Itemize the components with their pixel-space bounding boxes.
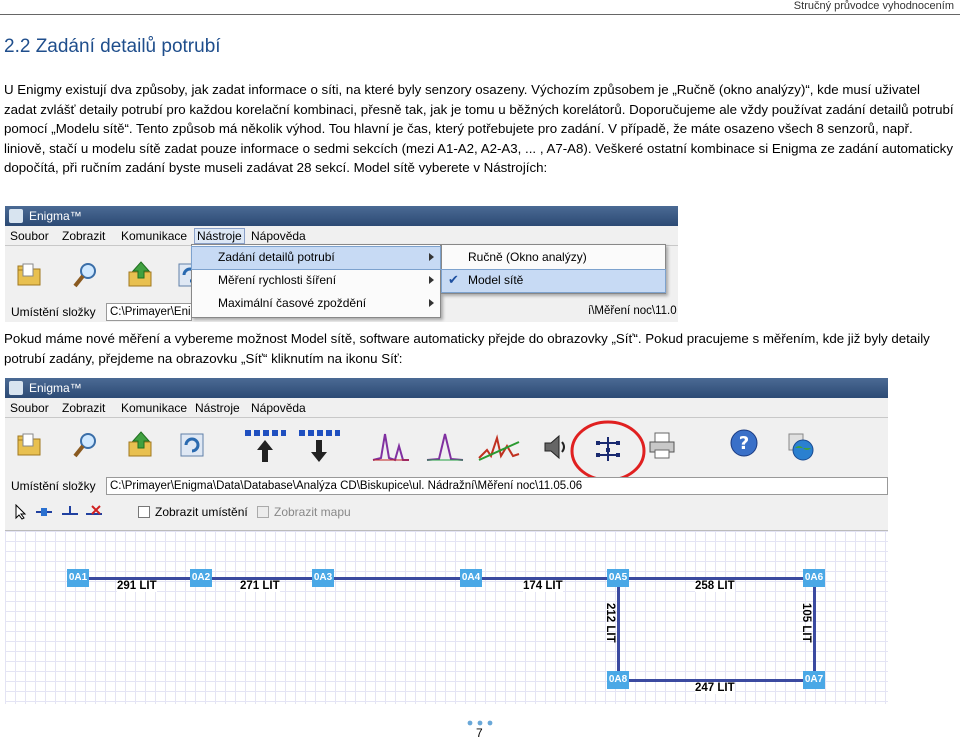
open-folder-icon[interactable] — [15, 260, 45, 290]
running-header: Stručný průvodce vyhodnocením — [793, 0, 954, 12]
pipe-length-label: 174 LIT — [523, 580, 563, 592]
menu-komunikace[interactable]: Komunikace — [121, 401, 187, 415]
submenu-item-network-model-label: Model sítě — [468, 273, 524, 287]
folder-path-field[interactable]: C:\Primayer\Enigma\Data\Database\Analýza… — [106, 477, 888, 495]
header-rule — [0, 14, 960, 15]
svg-text:?: ? — [739, 433, 749, 454]
network-canvas[interactable]: 0A1 0A2 0A3 0A4 0A5 0A6 0A8 0A7 291 LIT … — [5, 530, 888, 704]
screenshot-network-screen: Enigma™ Soubor Zobrazit Komunikace Nástr… — [5, 378, 888, 704]
paragraph-network: Pokud máme nové měření a vybereme možnos… — [4, 331, 930, 366]
folder-path-field[interactable]: C:\Primayer\Enig — [106, 303, 192, 321]
add-node-tool-icon[interactable] — [35, 504, 53, 520]
pipe-length-label: 258 LIT — [695, 580, 735, 592]
app-icon — [9, 381, 23, 395]
pipe-length-label: 247 LIT — [695, 682, 735, 694]
window-title: Enigma™ — [29, 381, 82, 395]
sensor-node[interactable]: 0A3 — [312, 569, 334, 587]
screenshot-tools-menu: Enigma™ Soubor Zobrazit Komunikace Nástr… — [5, 206, 678, 322]
menu-nastroje[interactable]: Nástroje — [194, 228, 245, 244]
menu-napoveda[interactable]: Nápověda — [251, 229, 306, 243]
folder-path-label: Umístění složky — [11, 479, 96, 493]
menubar: Soubor Zobrazit Komunikace Nástroje Nápo… — [5, 398, 888, 418]
delete-tool-icon[interactable] — [85, 504, 103, 520]
menu-napoveda[interactable]: Nápověda — [251, 401, 306, 415]
pipe-left-vertical — [617, 577, 620, 681]
correlation-icon[interactable] — [477, 428, 521, 464]
network-icon[interactable] — [593, 434, 623, 464]
show-location-label: Zobrazit umístění — [155, 505, 248, 519]
submenu-item-manual-label: Ručně (Okno analýzy) — [468, 250, 587, 264]
sensor-node[interactable]: 0A5 — [607, 569, 629, 587]
menu-soubor[interactable]: Soubor — [10, 401, 49, 415]
submenu-arrow-icon — [429, 299, 434, 307]
folder-path-tail: í\Měření noc\11.05.06 — [585, 303, 677, 321]
web-globe-icon[interactable] — [785, 432, 815, 462]
window-titlebar: Enigma™ — [5, 378, 888, 398]
sensor-node[interactable]: 0A7 — [803, 671, 825, 689]
paragraph-intro: U Enigmy existují dva způsoby, jak zadat… — [4, 82, 954, 176]
search-icon[interactable] — [71, 260, 101, 290]
menubar: Soubor Zobrazit Komunikace Nástroje Nápo… — [5, 226, 678, 246]
page-number: 7 — [476, 726, 483, 740]
submenu-item-manual[interactable]: Ručně (Okno analýzy) — [442, 247, 665, 269]
menu-item-velocity-label: Měření rychlosti šíření — [218, 273, 337, 287]
menu-zobrazit[interactable]: Zobrazit — [62, 401, 105, 415]
open-folder-icon[interactable] — [15, 430, 45, 460]
upload-folder-icon[interactable] — [126, 430, 156, 460]
window-title: Enigma™ — [29, 209, 82, 223]
show-map-label: Zobrazit mapu — [274, 505, 351, 519]
download-sensors-icon[interactable] — [297, 426, 341, 466]
pipe-length-label: 105 LIT — [800, 603, 812, 643]
sensor-node[interactable]: 0A6 — [803, 569, 825, 587]
toolbar: ? — [5, 420, 888, 482]
menu-item-pipe-details[interactable]: Zadání detailů potrubí — [191, 246, 441, 270]
submenu-item-network-model[interactable]: ✔ Model sítě — [441, 269, 666, 293]
help-icon[interactable]: ? — [729, 428, 759, 458]
menu-item-velocity[interactable]: Měření rychlosti šíření — [192, 270, 440, 292]
pipe-length-label: 212 LIT — [604, 603, 616, 643]
menu-zobrazit[interactable]: Zobrazit — [62, 229, 105, 243]
folder-path-label: Umístění složky — [11, 305, 96, 319]
submenu-arrow-icon — [429, 253, 434, 261]
submenu-arrow-icon — [429, 276, 434, 284]
menu-soubor[interactable]: Soubor — [10, 229, 49, 243]
tools-dropdown: Zadání detailů potrubí Měření rychlosti … — [191, 244, 441, 318]
menu-item-max-delay[interactable]: Maximální časové zpoždění — [192, 293, 440, 315]
network-options-bar: Zobrazit umístění Zobrazit mapu — [5, 500, 888, 524]
upload-sensors-icon[interactable] — [243, 426, 287, 466]
pipe-length-label: 271 LIT — [240, 580, 280, 592]
menu-item-pipe-details-label: Zadání detailů potrubí — [218, 250, 335, 264]
pipe-details-submenu: Ručně (Okno analýzy) ✔ Model sítě — [441, 244, 666, 294]
sensor-node[interactable]: 0A2 — [190, 569, 212, 587]
app-icon — [9, 209, 23, 223]
menu-item-max-delay-label: Maximální časové zpoždění — [218, 296, 367, 310]
pipe-right-vertical — [813, 577, 816, 681]
checkmark-icon: ✔ — [448, 272, 459, 287]
pipe-length-label: 291 LIT — [117, 580, 157, 592]
upload-folder-icon[interactable] — [126, 260, 156, 290]
print-icon[interactable] — [647, 430, 677, 460]
spectrum-filter-icon[interactable] — [425, 428, 465, 464]
pointer-tool-icon[interactable] — [13, 504, 29, 520]
show-map-checkbox[interactable] — [257, 506, 269, 518]
section-heading: 2.2 Zadání detailů potrubí — [4, 36, 221, 57]
search-icon[interactable] — [71, 430, 101, 460]
sensor-node[interactable]: 0A1 — [67, 569, 89, 587]
menu-komunikace[interactable]: Komunikace — [121, 229, 187, 243]
show-location-checkbox[interactable] — [138, 506, 150, 518]
refresh-icon[interactable] — [177, 430, 207, 460]
spectrum-icon[interactable] — [371, 428, 411, 464]
window-titlebar: Enigma™ — [5, 206, 678, 226]
sensor-node[interactable]: 0A8 — [607, 671, 629, 689]
speaker-icon[interactable] — [539, 432, 569, 462]
folder-path-bar: Umístění složky C:\Primayer\Enigma\Data\… — [5, 476, 888, 496]
sensor-node[interactable]: 0A4 — [460, 569, 482, 587]
menu-nastroje[interactable]: Nástroje — [195, 401, 240, 415]
add-pipe-tool-icon[interactable] — [61, 504, 79, 520]
